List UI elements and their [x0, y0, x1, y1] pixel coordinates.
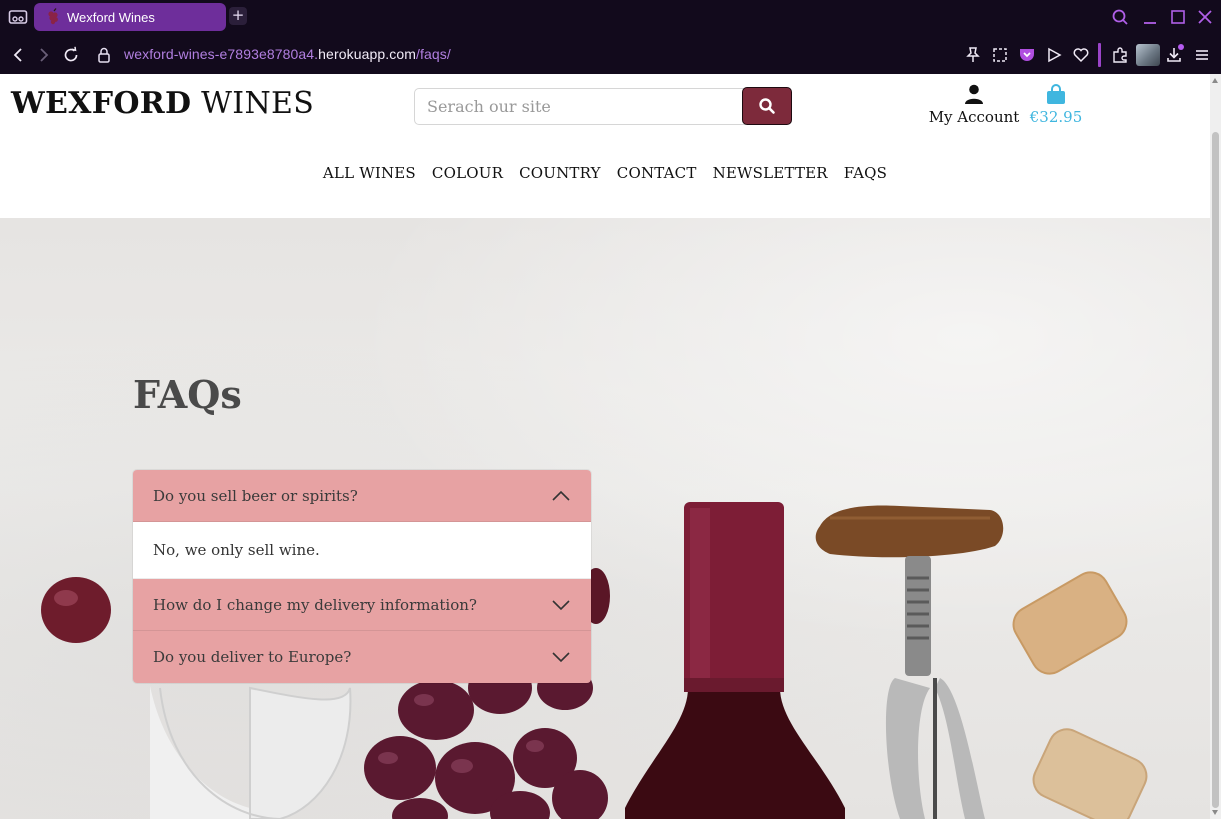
faq-question-2[interactable]: How do I change my delivery information? [133, 579, 591, 631]
site-header: WEXFORD WINES My Account €32.95 ALL WINE… [0, 74, 1210, 218]
my-account-label: My Account [928, 108, 1020, 126]
faq-question-1[interactable]: Do you sell beer or spirits? [133, 470, 591, 522]
menu-icon[interactable] [1192, 45, 1212, 65]
screenshot-icon[interactable] [990, 45, 1010, 65]
faq-question-text: Do you deliver to Europe? [153, 648, 352, 666]
scroll-up-arrow[interactable] [1212, 78, 1218, 83]
shopping-bag-link[interactable]: €32.95 [1028, 84, 1084, 130]
download-badge [1178, 44, 1184, 50]
page-title: FAQs [133, 372, 242, 417]
search-button[interactable] [742, 87, 792, 125]
grapes-favicon-icon [48, 8, 58, 25]
search-tabs-icon[interactable] [1110, 7, 1130, 27]
toolbar-separator [1098, 43, 1101, 67]
profile-avatar[interactable] [1136, 44, 1160, 66]
page-scrollbar[interactable] [1210, 74, 1221, 819]
search-icon [759, 98, 775, 114]
nav-contact[interactable]: CONTACT [617, 164, 697, 182]
extensions-icon[interactable] [1110, 45, 1130, 65]
site-logo[interactable]: WEXFORD WINES [11, 86, 314, 121]
search-form [414, 87, 792, 125]
url-field[interactable]: wexford-wines-e7893e8780a4.herokuapp.com… [124, 46, 451, 62]
address-bar: wexford-wines-e7893e8780a4.herokuapp.com… [0, 36, 1221, 74]
shopping-bag-icon [1047, 84, 1065, 104]
heart-icon[interactable] [1071, 45, 1091, 65]
faq-question-text: Do you sell beer or spirits? [153, 486, 358, 505]
sidebar-toggle-icon[interactable] [8, 8, 28, 26]
user-icon [965, 84, 983, 104]
nav-all-wines[interactable]: ALL WINES [323, 164, 416, 182]
nav-country[interactable]: COUNTRY [519, 164, 601, 182]
search-input[interactable] [414, 88, 746, 125]
chevron-up-icon [552, 490, 570, 501]
hero-section: FAQs Do you sell beer or spirits? No, we… [0, 218, 1210, 819]
browser-tab-active[interactable]: Wexford Wines [34, 3, 226, 31]
chevron-down-icon [552, 600, 570, 611]
lock-icon[interactable] [94, 45, 114, 65]
tab-title: Wexford Wines [67, 9, 155, 25]
bag-total: €32.95 [1029, 108, 1083, 126]
nav-newsletter[interactable]: NEWSLETTER [713, 164, 828, 182]
faq-answer-text: No, we only sell wine. [153, 541, 320, 559]
new-tab-button[interactable]: + [229, 7, 247, 25]
faq-accordion: Do you sell beer or spirits? No, we only… [133, 470, 591, 683]
faq-question-text: How do I change my delivery information? [153, 595, 477, 614]
minimize-icon[interactable] [1140, 7, 1160, 27]
pocket-icon[interactable] [1017, 45, 1037, 65]
nav-faqs[interactable]: FAQS [844, 164, 887, 182]
back-icon[interactable] [8, 45, 28, 65]
scroll-down-arrow[interactable] [1212, 810, 1218, 815]
pin-icon[interactable] [963, 45, 983, 65]
chevron-down-icon [552, 652, 570, 663]
scrollbar-thumb[interactable] [1212, 132, 1219, 808]
my-account-link[interactable]: My Account [928, 84, 1020, 130]
nav-colour[interactable]: COLOUR [432, 164, 503, 182]
maximize-icon[interactable] [1168, 7, 1188, 27]
main-navigation: ALL WINES COLOUR COUNTRY CONTACT NEWSLET… [0, 164, 1210, 182]
reload-icon[interactable] [61, 45, 81, 65]
browser-tab-bar: Wexford Wines + [0, 0, 1221, 36]
close-window-icon[interactable] [1195, 7, 1215, 27]
forward-icon[interactable] [34, 45, 54, 65]
faq-question-3[interactable]: Do you deliver to Europe? [133, 631, 591, 683]
send-icon[interactable] [1044, 45, 1064, 65]
faq-answer-1: No, we only sell wine. [133, 522, 591, 579]
